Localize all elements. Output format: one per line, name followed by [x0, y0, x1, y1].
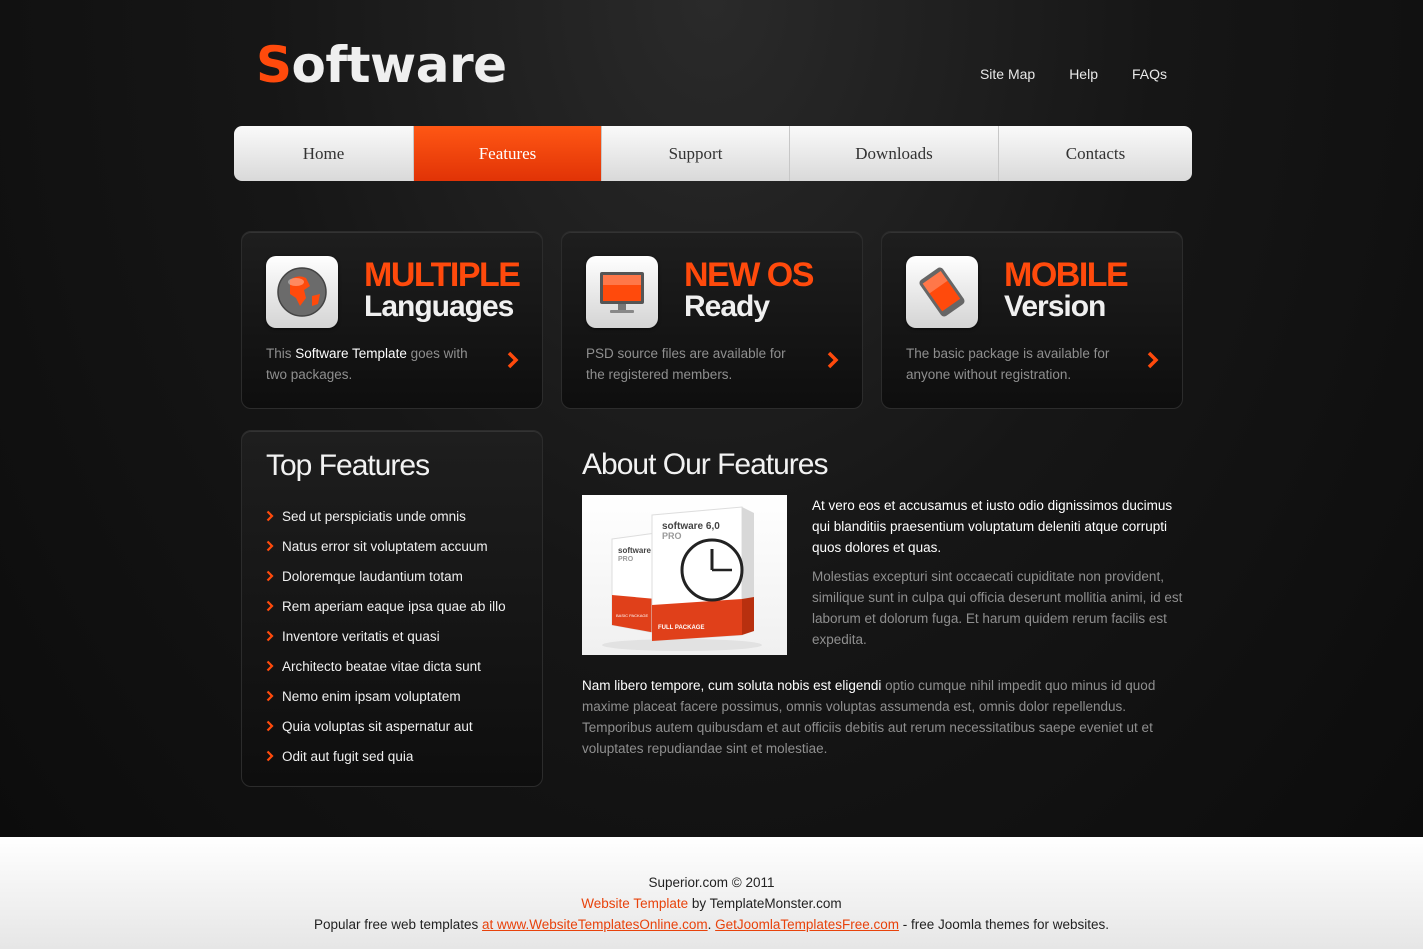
footer-links: Popular free web templates at www.Websit… [313, 917, 1110, 932]
feature-box-languages: MULTIPLE Languages This Software Templat… [241, 231, 543, 409]
box-description: The basic package is available for anyon… [906, 346, 1110, 382]
footer: Superior.com © 2011 Website Template by … [0, 837, 1423, 949]
chevron-right-icon [266, 540, 274, 552]
list-item[interactable]: Sed ut perspiciatis unde omnis [266, 501, 506, 531]
list-item[interactable]: Quia voluptas sit aspernatur aut [266, 711, 506, 741]
list-item[interactable]: Rem aperiam eaque ipsa quae ab illo [266, 591, 506, 621]
chevron-right-icon[interactable] [506, 350, 520, 370]
nav-contacts[interactable]: Contacts [999, 126, 1192, 181]
list-item[interactable]: Nemo enim ipsam voluptatem [266, 681, 506, 711]
about-text-full: Nam libero tempore, cum soluta nobis est… [582, 678, 1156, 756]
website-template-link[interactable]: Website Template [581, 896, 688, 911]
feature-box-os: NEW OS Ready PSD source files are availa… [561, 231, 863, 409]
list-item[interactable]: Inventore veritatis et quasi [266, 621, 506, 651]
box-title-accent: MOBILE [1004, 256, 1129, 294]
top-features-list: Sed ut perspiciatis unde omnis Natus err… [266, 501, 506, 771]
site-logo[interactable]: Software [256, 36, 507, 94]
monitor-icon [586, 256, 658, 328]
getjoomlatemplatesfree-link[interactable]: GetJoomlaTemplatesFree.com [715, 917, 899, 932]
footer-credit: Website Template by TemplateMonster.com [581, 896, 842, 911]
chevron-right-icon [266, 750, 274, 762]
nav-downloads[interactable]: Downloads [790, 126, 999, 181]
box-title-accent: NEW OS [684, 256, 814, 294]
feature-box-mobile: MOBILE Version The basic package is avai… [881, 231, 1183, 409]
top-features-panel: Top Features Sed ut perspiciatis unde om… [241, 430, 543, 787]
chevron-right-icon[interactable] [1146, 350, 1160, 370]
chevron-right-icon [266, 510, 274, 522]
logo-initial: S [256, 36, 292, 94]
list-item[interactable]: Natus error sit voluptatem accuum [266, 531, 506, 561]
copyright: Superior.com © 2011 [648, 875, 775, 890]
globe-icon [266, 256, 338, 328]
chevron-right-icon [266, 660, 274, 672]
nav-features[interactable]: Features [414, 126, 602, 181]
main-nav: Home Features Support Downloads Contacts [234, 126, 1192, 181]
help-link[interactable]: Help [1069, 66, 1098, 82]
logo-text: oftware [291, 36, 508, 94]
box-title: Version [1004, 290, 1106, 323]
box-tag: BASIC PACKAGE [616, 613, 648, 618]
list-item[interactable]: Odit aut fugit sed quia [266, 741, 506, 771]
highlight-text: Nam libero tempore, cum soluta nobis est… [582, 678, 882, 693]
highlight-text: Software Template [295, 346, 407, 361]
nav-home[interactable]: Home [234, 126, 414, 181]
box-title-accent: MULTIPLE [364, 256, 521, 294]
top-links: Site Map Help FAQs [980, 66, 1167, 82]
chevron-right-icon [266, 690, 274, 702]
nav-support[interactable]: Support [602, 126, 790, 181]
about-intro: At vero eos et accusamus et iusto odio d… [812, 498, 1173, 555]
box-title: Languages [364, 290, 514, 323]
box-sublabel: PRO [618, 556, 634, 563]
list-item[interactable]: Architecto beatae vitae dicta sunt [266, 651, 506, 681]
list-item[interactable]: Doloremque laudantium totam [266, 561, 506, 591]
top-features-title: Top Features [266, 449, 430, 482]
box-description: This Software Template goes with two pac… [266, 346, 468, 382]
chevron-right-icon [266, 600, 274, 612]
chevron-right-icon[interactable] [826, 350, 840, 370]
product-image: software 6, PRO BASIC PACKAGE software 6… [582, 495, 787, 655]
about-text: Molestias excepturi sint occaecati cupid… [812, 569, 1183, 647]
websitetemplatesonline-link[interactable]: at www.WebsiteTemplatesOnline.com [482, 917, 708, 932]
box-title: Ready [684, 290, 770, 323]
tablet-icon [906, 256, 978, 328]
box-description: PSD source files are available for the r… [586, 346, 786, 382]
site-map-link[interactable]: Site Map [980, 66, 1035, 82]
faqs-link[interactable]: FAQs [1132, 66, 1167, 82]
box-tag: FULL PACKAGE [658, 625, 704, 631]
chevron-right-icon [266, 720, 274, 732]
about-title: About Our Features [582, 448, 828, 481]
box-sublabel: PRO [662, 531, 682, 541]
chevron-right-icon [266, 630, 274, 642]
chevron-right-icon [266, 570, 274, 582]
